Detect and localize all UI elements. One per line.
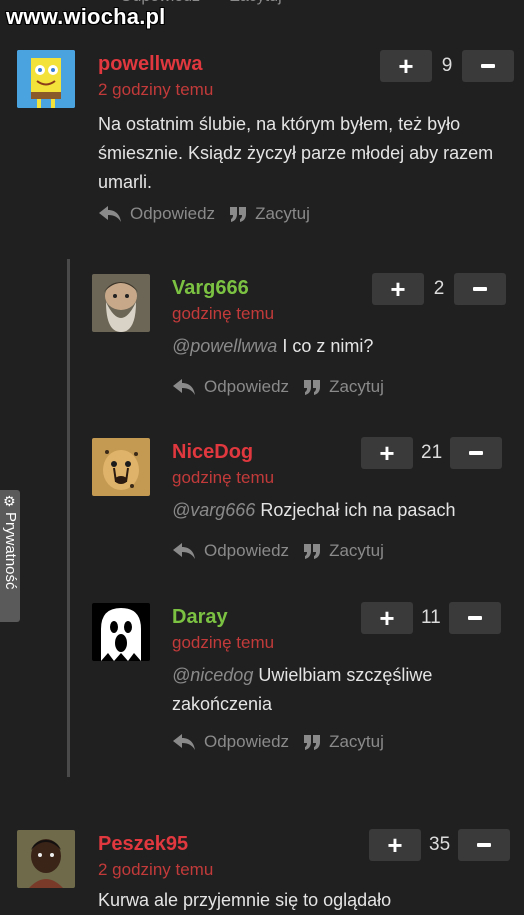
- avatar[interactable]: [17, 830, 75, 888]
- downvote-button[interactable]: [458, 829, 511, 861]
- vote-controls: + 35: [369, 829, 511, 861]
- comment-text: Kurwa ale przyjemnie się to oglądało: [98, 890, 392, 910]
- vote-count: 35: [429, 834, 451, 855]
- comment: Peszek95 2 godziny temu + 35 Kurwa ale p…: [0, 0, 524, 910]
- comment-time[interactable]: 2 godziny temu: [98, 860, 213, 880]
- upvote-button[interactable]: +: [369, 829, 421, 861]
- comment-author[interactable]: Peszek95: [98, 833, 188, 856]
- child-avatar-image: [17, 830, 75, 888]
- site-watermark: www.wiocha.pl: [6, 4, 166, 29]
